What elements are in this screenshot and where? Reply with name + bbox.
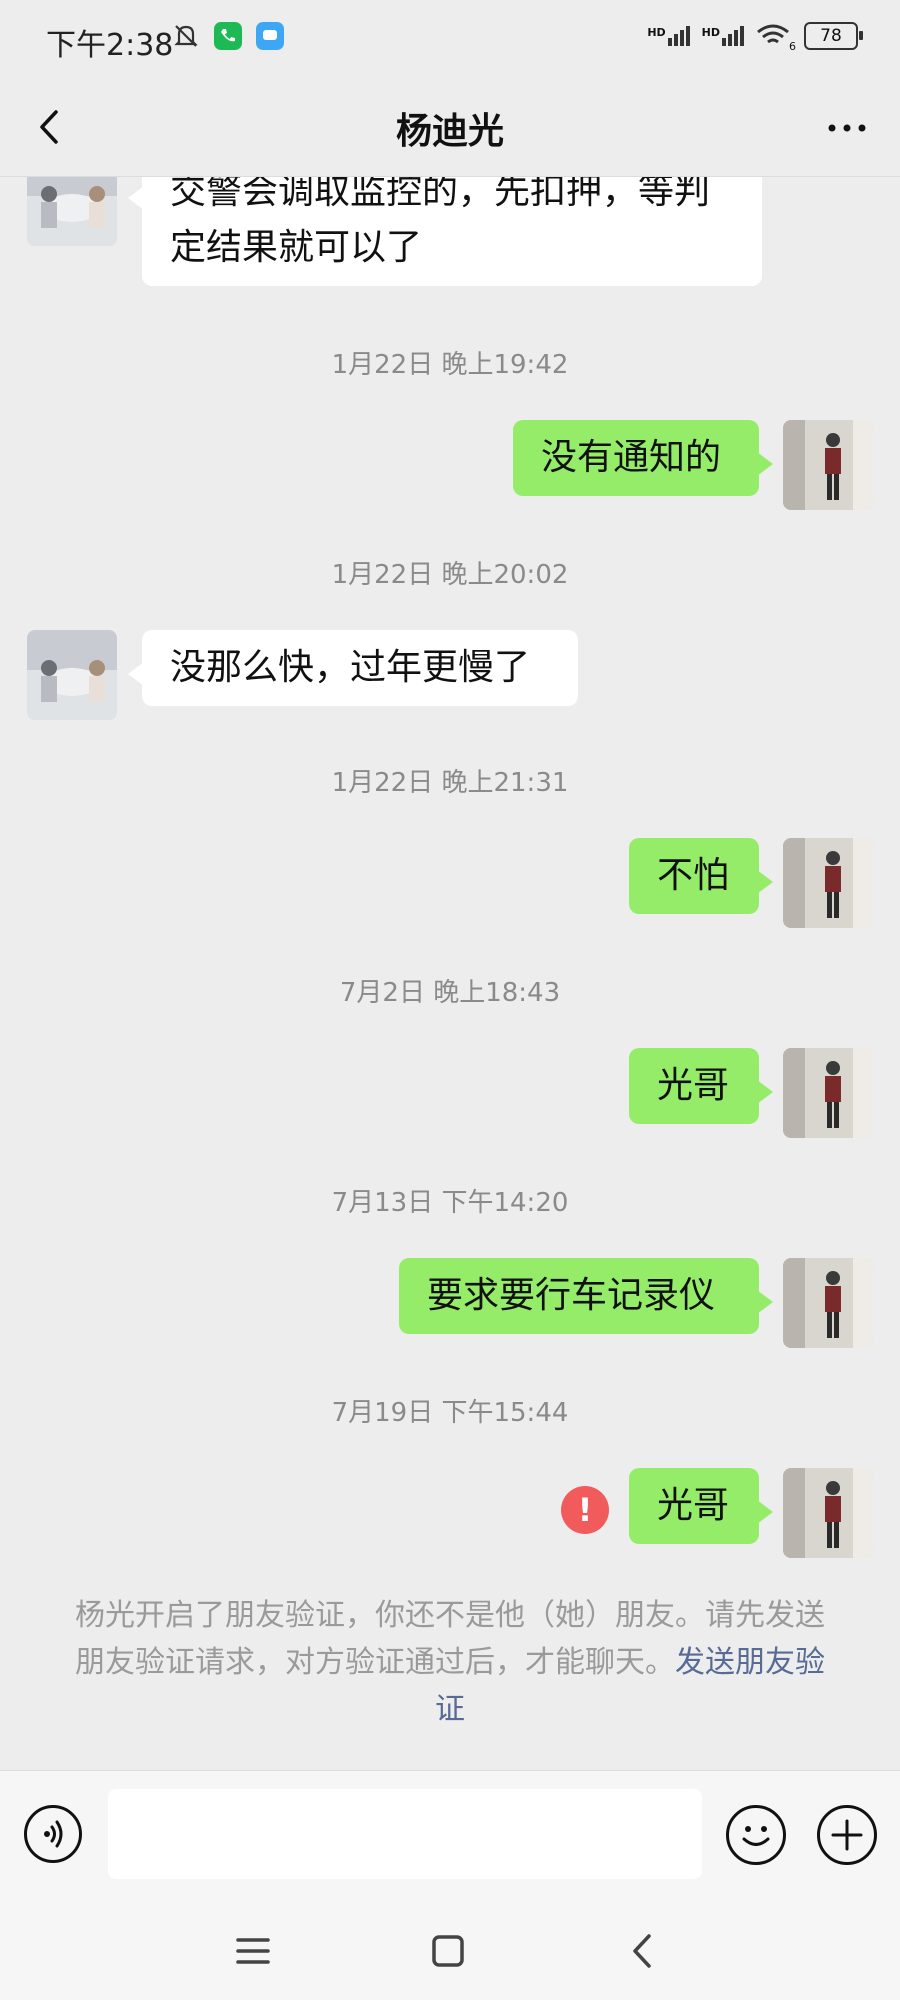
input-bar xyxy=(0,1770,900,1901)
avatar[interactable] xyxy=(783,420,873,510)
phone-app-icon xyxy=(214,22,242,50)
more-button[interactable] xyxy=(822,106,872,150)
wifi-icon: 6 xyxy=(756,23,796,53)
signal-icon: HD xyxy=(647,26,690,46)
send-failed-icon[interactable]: ! xyxy=(561,1486,609,1534)
menu-icon xyxy=(236,1938,270,1964)
message-bubble[interactable]: 光哥 xyxy=(629,1048,773,1124)
battery-indicator: 78 xyxy=(804,22,863,50)
avatar[interactable] xyxy=(27,630,117,720)
message-bubble[interactable]: 交警会调取监控的，先扣押，等判定结果就可以了 xyxy=(128,176,762,286)
avatar[interactable] xyxy=(783,1468,873,1558)
message-input[interactable] xyxy=(108,1789,702,1879)
voice-icon xyxy=(44,1820,63,1848)
back-triangle-icon xyxy=(633,1934,651,1968)
chat-title: 杨迪光 xyxy=(395,111,504,152)
voice-button[interactable] xyxy=(24,1805,82,1863)
avatar[interactable] xyxy=(783,838,873,928)
message-bubble[interactable]: 不怕 xyxy=(629,838,773,914)
message-timestamp: 1月22日 晚上20:02 xyxy=(331,560,569,590)
message-text: 光哥 xyxy=(657,1065,730,1106)
message-timestamp: 1月22日 晚上21:31 xyxy=(331,768,569,798)
menu-nav-button[interactable] xyxy=(228,1926,278,1976)
message-text: 交警会调取监控的，先扣押，等判定结果就可以了 xyxy=(170,176,711,268)
status-time: 下午2:38 xyxy=(46,28,174,63)
emoji-icon xyxy=(742,1826,770,1846)
message-text: 没那么快，过年更慢了 xyxy=(170,647,531,688)
mute-bell-icon xyxy=(174,25,198,47)
message-text: 没有通知的 xyxy=(541,437,722,478)
plus-icon xyxy=(831,1819,863,1851)
message-bubble[interactable]: 要求要行车记录仪 xyxy=(399,1258,773,1334)
more-horizontal-icon xyxy=(828,124,866,132)
avatar[interactable] xyxy=(783,1048,873,1138)
system-notice: 杨光开启了朋友验证，你还不是他（她）朋友。请先发送朋友验证请求，对方验证通过后，… xyxy=(70,1592,830,1733)
chat-header: 杨迪光 xyxy=(0,80,900,177)
more-functions-button[interactable] xyxy=(817,1805,877,1865)
emoji-button[interactable] xyxy=(726,1805,786,1865)
home-nav-button[interactable] xyxy=(423,1926,473,1976)
message-timestamp: 7月19日 下午15:44 xyxy=(331,1398,569,1428)
signal-icon: HD xyxy=(702,26,744,46)
message-list[interactable]: 交警会调取监控的，先扣押，等判定结果就可以了 1月22日 晚上19:42 没有通… xyxy=(0,176,900,1770)
system-nav-bar xyxy=(0,1900,900,2000)
message-bubble[interactable]: 没那么快，过年更慢了 xyxy=(128,630,578,706)
message-timestamp: 7月2日 晚上18:43 xyxy=(339,978,561,1008)
message-bubble[interactable]: 没有通知的 xyxy=(513,420,773,496)
home-square-icon xyxy=(432,1935,464,1967)
message-text: 不怕 xyxy=(657,855,730,896)
message-timestamp: 7月13日 下午14:20 xyxy=(331,1188,569,1218)
back-nav-button[interactable] xyxy=(618,1926,668,1976)
avatar[interactable] xyxy=(27,176,117,246)
message-bubble[interactable]: 光哥 xyxy=(629,1468,773,1544)
message-text: 光哥 xyxy=(657,1485,730,1526)
avatar[interactable] xyxy=(783,1258,873,1348)
message-text: 要求要行车记录仪 xyxy=(427,1275,716,1316)
message-timestamp: 1月22日 晚上19:42 xyxy=(331,350,569,380)
message-app-icon xyxy=(256,22,284,50)
status-bar: 下午2:38 HD HD 6 78 xyxy=(0,0,900,80)
